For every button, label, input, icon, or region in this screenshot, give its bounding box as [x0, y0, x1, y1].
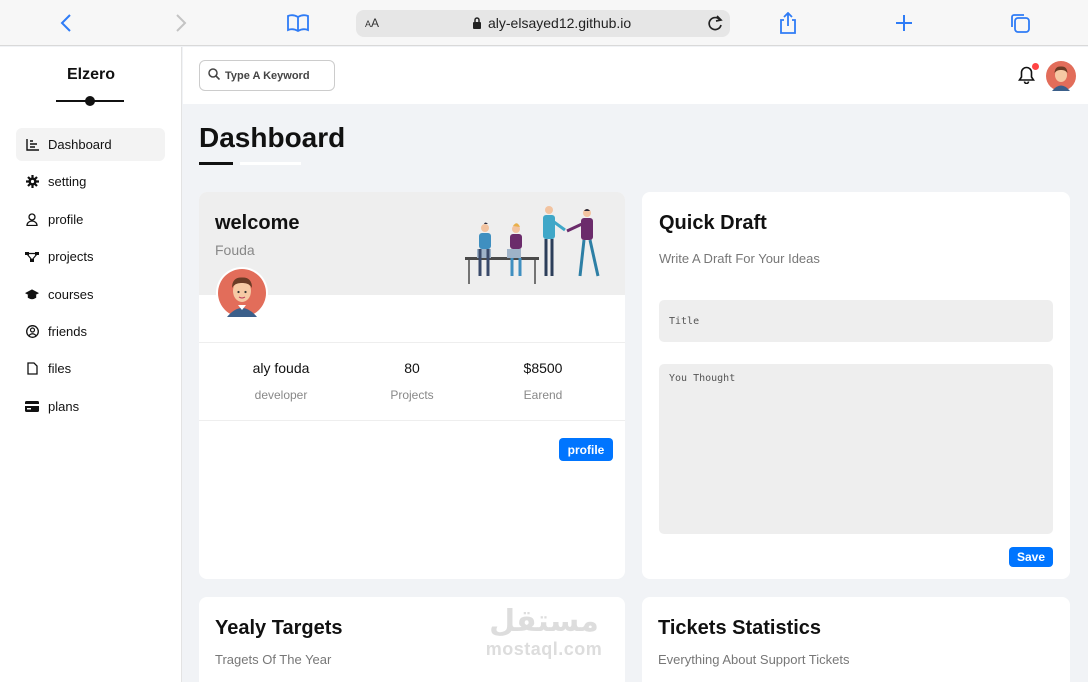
title-underline	[199, 162, 233, 165]
user-icon	[25, 213, 39, 227]
sidebar-item-label: projects	[48, 249, 94, 264]
card-subtitle: Everything About Support Tickets	[658, 652, 850, 667]
sidebar-item-label: profile	[48, 212, 84, 227]
welcome-name: Fouda	[215, 242, 255, 258]
file-icon	[25, 362, 39, 376]
title-underline-light	[240, 162, 301, 165]
search-icon	[208, 67, 221, 85]
tabs-icon[interactable]	[1007, 11, 1033, 35]
stat-value: $8500	[523, 360, 563, 376]
avatar[interactable]	[1046, 61, 1076, 91]
tickets-statistics-card: Tickets Statistics Everything About Supp…	[642, 597, 1070, 682]
text-size-button[interactable]: AA	[365, 16, 379, 30]
profile-button[interactable]: profile	[559, 438, 613, 461]
draft-thought-field[interactable]	[659, 364, 1053, 534]
new-tab-icon[interactable]	[891, 11, 917, 35]
top-header	[183, 47, 1088, 104]
stat-label: Earend	[523, 388, 563, 402]
chart-icon	[25, 138, 39, 152]
bell-icon[interactable]	[1018, 66, 1035, 89]
sidebar-item-label: plans	[48, 399, 80, 414]
sidebar-item-setting[interactable]: setting	[16, 165, 165, 198]
sidebar-item-projects[interactable]: projects	[16, 240, 165, 273]
graduation-cap-icon	[25, 288, 39, 302]
sidebar-item-courses[interactable]: courses	[16, 278, 165, 311]
lock-icon	[472, 16, 482, 32]
notification-dot	[1032, 63, 1039, 70]
draft-title-field[interactable]	[659, 300, 1053, 342]
forward-icon[interactable]	[168, 11, 194, 35]
gear-icon	[25, 175, 39, 189]
brand-divider-dot	[85, 96, 95, 106]
sidebar-item-label: courses	[48, 287, 94, 302]
stat-label: Projects	[390, 388, 434, 402]
url-text: aly-elsayed12.github.io	[488, 15, 632, 31]
diagram-icon	[25, 250, 39, 264]
save-button[interactable]: Save	[1009, 547, 1053, 567]
reload-icon[interactable]	[706, 14, 724, 35]
watermark: مستقل mostaql.com	[477, 605, 611, 660]
avatar	[216, 267, 268, 319]
watermark-latin: mostaql.com	[485, 639, 603, 659]
stat-projects: 80 Projects	[342, 360, 482, 402]
welcome-card: welcome Fouda aly fouda developer 80 Pro…	[199, 192, 625, 579]
back-icon[interactable]	[53, 11, 79, 35]
stats-divider	[199, 420, 625, 421]
sidebar-item-label: setting	[48, 174, 87, 189]
card-title: Quick Draft	[659, 212, 767, 234]
stats-divider	[199, 342, 625, 343]
stat-value: 80	[404, 360, 420, 376]
search-box[interactable]	[199, 60, 335, 91]
quick-draft-card: Quick Draft Write A Draft For Your Ideas…	[642, 192, 1070, 579]
sidebar-item-label: Dashboard	[48, 137, 112, 152]
search-input[interactable]	[225, 69, 330, 82]
sidebar-item-dashboard[interactable]: Dashboard	[16, 128, 165, 161]
yearly-targets-card: Yealy Targets Tragets Of The Year مستقل …	[199, 597, 625, 682]
sidebar-item-friends[interactable]: friends	[16, 315, 165, 348]
team-illustration	[465, 206, 600, 284]
watermark-arabic: مستقل	[489, 604, 599, 639]
page-title: Dashboard	[199, 122, 346, 153]
browser-toolbar: AA aly-elsayed12.github.io	[0, 0, 1088, 46]
user-circle-icon	[25, 325, 39, 339]
sidebar-item-profile[interactable]: profile	[16, 203, 165, 236]
address-bar[interactable]: AA aly-elsayed12.github.io	[356, 10, 730, 37]
sidebar-item-files[interactable]: files	[16, 352, 165, 385]
card-subtitle: Write A Draft For Your Ideas	[659, 251, 820, 266]
card-subtitle: Tragets Of The Year	[215, 652, 332, 667]
welcome-title: welcome	[215, 212, 300, 234]
card-title: Tickets Statistics	[658, 617, 822, 639]
stat-value: aly fouda	[252, 360, 310, 376]
credit-card-icon	[25, 400, 39, 414]
share-icon[interactable]	[775, 11, 801, 35]
card-title: Yealy Targets	[215, 617, 343, 639]
sidebar: Elzero Dashboard setting profile project…	[0, 47, 182, 682]
sidebar-item-label: files	[48, 361, 72, 376]
sidebar-item-plans[interactable]: plans	[16, 390, 165, 423]
bookmarks-icon[interactable]	[285, 11, 311, 35]
stat-label: developer	[254, 388, 308, 402]
sidebar-item-label: friends	[48, 324, 88, 339]
stat-user: aly fouda developer	[211, 360, 351, 402]
stat-earned: $8500 Earend	[473, 360, 613, 402]
brand-title: Elzero	[66, 66, 115, 83]
